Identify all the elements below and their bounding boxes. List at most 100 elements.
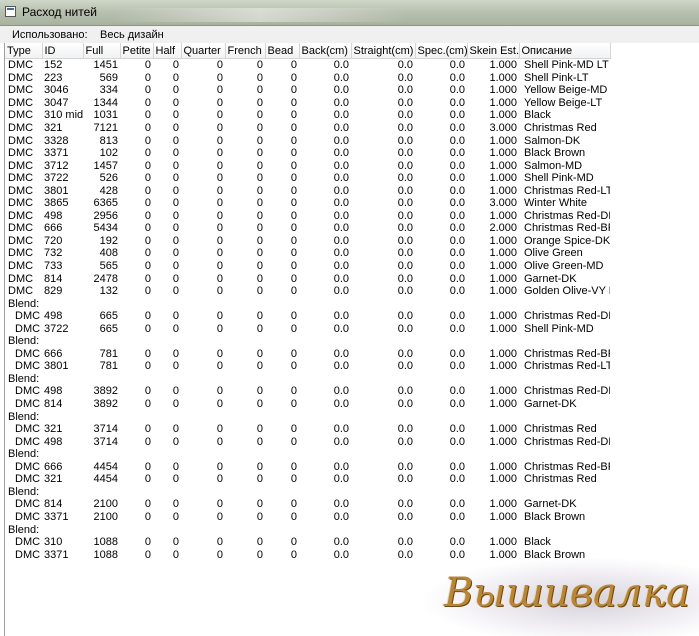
table-cell: 0: [290, 59, 297, 72]
table-cell: 0.0: [333, 322, 349, 335]
table-cell: 0: [144, 285, 151, 298]
blend-group-row[interactable]: Blend:: [5, 410, 610, 423]
table-row[interactable]: DMC 498 2956 0 0 0 0 0 0.0 0.0 0.0 1.000 Christmas R…: [5, 210, 610, 223]
blend-thread-row[interactable]: DMC 3722 665 0 0 0 0 0 0.0 0.0 0.0 1.000 Shell Pink-…: [5, 322, 610, 335]
blend-thread-row[interactable]: DMC 310 1088 0 0 0 0 0 0.0 0.0 0.0 1.000 Black: [5, 536, 610, 549]
table-row[interactable]: DMC 732 408 0 0 0 0 0 0.0 0.0 0.0 1.000 Olive Green: [5, 247, 610, 260]
table-cell: 0: [290, 159, 297, 172]
blend-thread-row[interactable]: DMC 3371 2100 0 0 0 0 0 0.0 0.0 0.0 1.000 Black Brow…: [5, 511, 610, 524]
table-cell: 3371: [44, 548, 69, 561]
blend-thread-row[interactable]: DMC 321 4454 0 0 0 0 0 0.0 0.0 0.0 1.000 Christmas R…: [5, 473, 610, 486]
table-cell: 408: [99, 247, 118, 260]
table-row[interactable]: DMC 829 132 0 0 0 0 0 0.0 0.0 0.0 1.000 Golden Olive…: [5, 285, 610, 298]
table-cell: 3801: [44, 184, 69, 197]
blend-group-row[interactable]: Blend:: [5, 373, 610, 386]
table-cell: 0: [144, 347, 151, 360]
blend-thread-row[interactable]: DMC 498 3892 0 0 0 0 0 0.0 0.0 0.0 1.000 Christmas R…: [5, 385, 610, 398]
table-row[interactable]: DMC 3328 813 0 0 0 0 0 0.0 0.0 0.0 1.000 Salmon-DK: [5, 134, 610, 147]
table-cell: 0: [216, 222, 223, 235]
table-cell: 0: [144, 272, 151, 285]
table-cell: 0.0: [449, 498, 465, 511]
title-bar[interactable]: Расход нитей: [0, 0, 699, 26]
table-cell: 0.0: [333, 184, 349, 197]
table-cell: Salmon-MD: [524, 159, 583, 172]
column-header[interactable]: Petite: [120, 43, 154, 59]
column-header[interactable]: Описание: [519, 43, 611, 59]
table-row[interactable]: DMC 152 1451 0 0 0 0 0 0.0 0.0 0.0 1.000 Shell Pink-…: [5, 59, 610, 72]
table-cell: DMC: [8, 122, 34, 134]
table-cell: 1.000: [489, 423, 517, 436]
table-cell: 0: [256, 209, 263, 222]
blend-group-row[interactable]: Blend:: [5, 448, 610, 461]
column-header[interactable]: Bead: [265, 43, 300, 59]
blend-thread-row[interactable]: DMC 3801 781 0 0 0 0 0 0.0 0.0 0.0 1.000 Christmas R…: [5, 360, 610, 373]
blend-group-row[interactable]: Blend:: [5, 335, 610, 348]
table-row[interactable]: DMC 733 565 0 0 0 0 0 0.0 0.0 0.0 1.000 Olive Green-…: [5, 260, 610, 273]
blend-thread-row[interactable]: DMC 666 4454 0 0 0 0 0 0.0 0.0 0.0 1.000 Christmas R…: [5, 461, 610, 474]
table-cell: 0: [172, 385, 179, 398]
table-cell: 0: [216, 272, 223, 285]
blend-group-row[interactable]: Blend:: [5, 297, 610, 310]
table-row[interactable]: DMC 3047 1344 0 0 0 0 0 0.0 0.0 0.0 1.000 Yellow Bei…: [5, 97, 610, 110]
table-cell: 0: [256, 435, 263, 448]
blend-thread-row[interactable]: DMC 666 781 0 0 0 0 0 0.0 0.0 0.0 1.000 Christmas Re…: [5, 348, 610, 361]
table-row[interactable]: DMC 666 5434 0 0 0 0 0 0.0 0.0 0.0 2.000 Christmas R…: [5, 222, 610, 235]
column-header[interactable]: Straight(cm): [351, 43, 416, 59]
table-cell: 0.0: [333, 234, 349, 247]
table-cell: Orange Spice-DK: [524, 234, 610, 247]
blend-thread-row[interactable]: DMC 814 2100 0 0 0 0 0 0.0 0.0 0.0 1.000 Garnet-DK: [5, 498, 610, 511]
blend-group-row[interactable]: Blend:: [5, 523, 610, 536]
table-cell: 0: [290, 184, 297, 197]
table-cell: 0: [144, 548, 151, 561]
table-row[interactable]: DMC 814 2478 0 0 0 0 0 0.0 0.0 0.0 1.000 Garnet-DK: [5, 272, 610, 285]
table-cell: 0: [290, 423, 297, 436]
table-cell: 0.0: [449, 96, 465, 109]
table-cell: 0: [172, 460, 179, 473]
column-header[interactable]: Back(cm): [299, 43, 352, 59]
table-row[interactable]: DMC 3865 6365 0 0 0 0 0 0.0 0.0 0.0 3.000 Winter Whi…: [5, 197, 610, 210]
table-cell: 0.0: [449, 347, 465, 360]
table-cell: DMC: [8, 109, 34, 122]
column-header[interactable]: Full: [83, 43, 121, 59]
table-cell: 0: [172, 122, 179, 134]
table-cell: 0: [144, 498, 151, 511]
table-cell: 5434: [93, 222, 118, 235]
table-cell: 0: [290, 398, 297, 411]
table-cell: 498: [44, 435, 63, 448]
column-header[interactable]: French: [225, 43, 266, 59]
table-cell: DMC: [8, 222, 34, 235]
column-header[interactable]: Type: [5, 43, 43, 59]
blend-group-row[interactable]: Blend:: [5, 486, 610, 499]
table-row[interactable]: DMC 3801 428 0 0 0 0 0 0.0 0.0 0.0 1.000 Christmas R…: [5, 184, 610, 197]
table-cell: 0.0: [449, 536, 465, 549]
column-header[interactable]: Half: [153, 43, 182, 59]
column-header[interactable]: Quarter: [181, 43, 226, 59]
table-cell: 0: [256, 234, 263, 247]
table-cell: 0: [256, 147, 263, 160]
table-row[interactable]: DMC 223 569 0 0 0 0 0 0.0 0.0 0.0 1.000 Shell Pink-L…: [5, 72, 610, 85]
blend-thread-row[interactable]: DMC 814 3892 0 0 0 0 0 0.0 0.0 0.0 1.000 Garnet-DK: [5, 398, 610, 411]
table-row[interactable]: DMC 3722 526 0 0 0 0 0 0.0 0.0 0.0 1.000 Shell Pink-…: [5, 172, 610, 185]
blend-thread-row[interactable]: DMC 498 665 0 0 0 0 0 0.0 0.0 0.0 1.000 Christmas Re…: [5, 310, 610, 323]
table-cell: DMC: [15, 498, 41, 511]
table-cell: 1451: [93, 59, 118, 72]
table-cell: 1.000: [489, 435, 517, 448]
table-cell: 0.0: [333, 197, 349, 210]
table-row[interactable]: DMC 310 mid 1031 0 0 0 0 0 0.0 0.0 0.0 1.000 Black: [5, 109, 610, 122]
table-row[interactable]: DMC 3046 334 0 0 0 0 0 0.0 0.0 0.0 1.000 Yellow Beig…: [5, 84, 610, 97]
table-cell: 1088: [93, 536, 118, 549]
table-row[interactable]: DMC 720 192 0 0 0 0 0 0.0 0.0 0.0 1.000 Orange Spice…: [5, 235, 610, 248]
usage-filter-value[interactable]: Весь дизайн: [100, 29, 164, 41]
blend-thread-row[interactable]: DMC 321 3714 0 0 0 0 0 0.0 0.0 0.0 1.000 Christmas R…: [5, 423, 610, 436]
column-header[interactable]: ID: [42, 43, 84, 59]
blend-thread-row[interactable]: DMC 498 3714 0 0 0 0 0 0.0 0.0 0.0 1.000 Christmas R…: [5, 435, 610, 448]
table-cell: 0: [216, 498, 223, 511]
table-cell: 102: [99, 147, 118, 160]
table-row[interactable]: DMC 3712 1457 0 0 0 0 0 0.0 0.0 0.0 1.000 Salmon-MD: [5, 159, 610, 172]
table-row[interactable]: DMC 321 7121 0 0 0 0 0 0.0 0.0 0.0 3.000 Christmas R…: [5, 122, 610, 135]
column-header[interactable]: Skein Est.: [467, 43, 520, 59]
thread-usage-table[interactable]: Type ID Full Petite Half Quarter French Bead Bac…: [4, 43, 699, 636]
column-header[interactable]: Spec.(cm): [415, 43, 468, 59]
table-cell: 0: [172, 109, 179, 122]
table-row[interactable]: DMC 3371 102 0 0 0 0 0 0.0 0.0 0.0 1.000 Black Brown: [5, 147, 610, 160]
